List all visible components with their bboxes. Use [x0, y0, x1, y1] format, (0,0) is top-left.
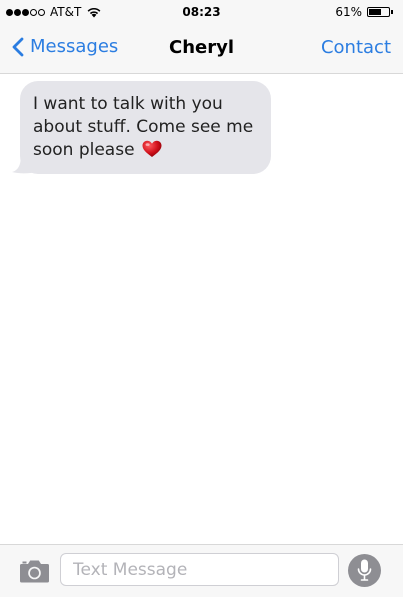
- battery-cap: [391, 10, 393, 14]
- microphone-button[interactable]: [348, 554, 381, 587]
- camera-icon[interactable]: [19, 559, 50, 583]
- battery-icon: [367, 7, 390, 17]
- battery-level-fill: [369, 9, 381, 15]
- messages-screen: AT&T 08:23 61% Messages Cheryl Contact I…: [0, 0, 403, 597]
- message-bubble: I want to talk with you about stuff. Com…: [20, 81, 271, 174]
- status-right: 61%: [335, 5, 393, 19]
- message-list[interactable]: I want to talk with you about stuff. Com…: [0, 75, 403, 544]
- message-input[interactable]: [60, 553, 339, 586]
- message-composer: [0, 544, 403, 597]
- heart-icon: [142, 140, 162, 157]
- incoming-message[interactable]: I want to talk with you about stuff. Com…: [12, 81, 271, 174]
- contact-button[interactable]: Contact: [321, 37, 391, 58]
- status-bar: AT&T 08:23 61%: [0, 0, 403, 24]
- navigation-bar: Messages Cheryl Contact: [0, 24, 403, 74]
- battery-percentage: 61%: [335, 5, 362, 19]
- microphone-icon: [357, 559, 372, 581]
